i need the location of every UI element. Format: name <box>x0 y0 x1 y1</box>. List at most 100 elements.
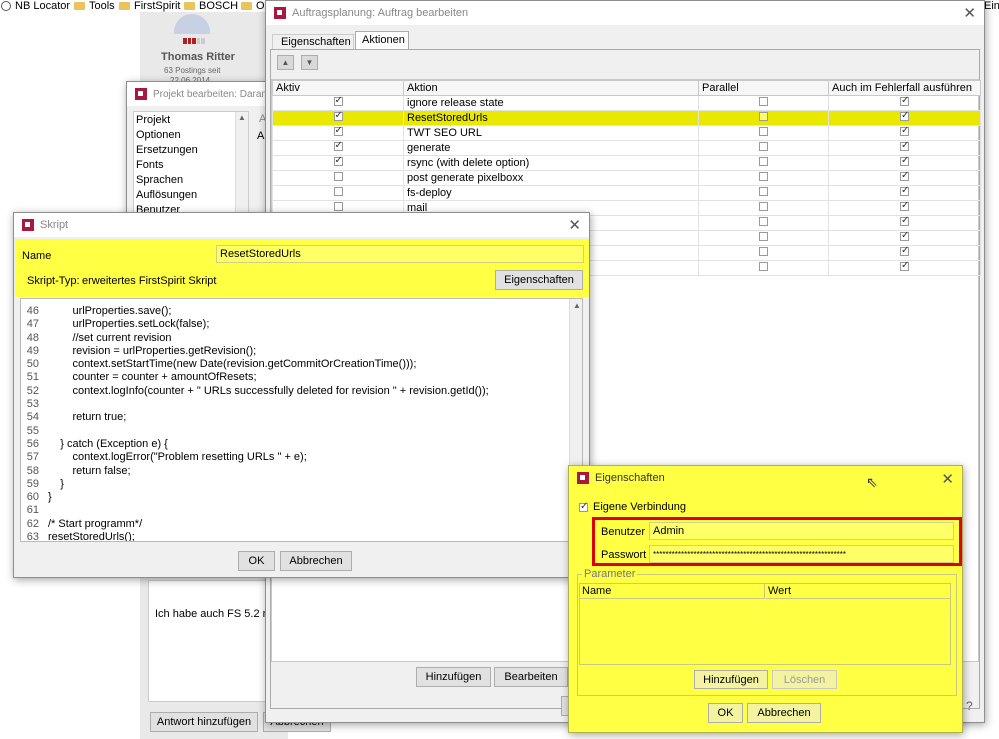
checkbox-icon[interactable] <box>900 172 909 181</box>
add-reply-button[interactable]: Antwort hinzufügen <box>150 712 258 732</box>
projekt-nav-scrollbar[interactable]: ▲ <box>235 112 248 220</box>
nav-item-sprachen[interactable]: Sprachen <box>136 174 183 186</box>
cell-parallel[interactable] <box>698 260 829 276</box>
code-line[interactable]: /* Start programm*/ <box>48 518 489 531</box>
checkbox-icon[interactable] <box>900 142 909 151</box>
cell-fehlerfall[interactable] <box>828 110 981 126</box>
code-line[interactable]: urlProperties.save(); <box>48 305 489 318</box>
forum-user-name[interactable]: Thomas Ritter <box>161 51 235 63</box>
checkbox-icon[interactable] <box>759 202 768 211</box>
checkbox-icon[interactable] <box>333 127 343 136</box>
cell-aktiv[interactable] <box>272 95 404 111</box>
bookmark-tools[interactable]: Tools <box>74 0 115 12</box>
col-fehlerfall[interactable]: Auch im Fehlerfall ausführen <box>828 80 981 96</box>
cell-fehlerfall[interactable] <box>828 245 981 261</box>
cell-fehlerfall[interactable] <box>828 260 981 276</box>
cell-fehlerfall[interactable] <box>828 185 981 201</box>
cell-parallel[interactable] <box>698 185 829 201</box>
cell-fehlerfall[interactable] <box>828 95 981 111</box>
skript-cancel-button[interactable]: Abbrechen <box>280 551 352 571</box>
eigenschaften-button[interactable]: Eigenschaften <box>495 270 583 290</box>
checkbox-icon[interactable] <box>759 157 768 166</box>
bearbeiten-button[interactable]: Bearbeiten <box>494 667 568 687</box>
checkbox-icon[interactable] <box>900 262 909 271</box>
code-line[interactable]: context.logInfo(counter + " URLs success… <box>48 385 488 398</box>
table-row[interactable]: generate <box>272 140 981 156</box>
move-up-button[interactable]: ▲ <box>277 55 294 70</box>
checkbox-icon[interactable] <box>900 157 909 166</box>
nav-item-projekt[interactable]: Projekt <box>136 114 170 126</box>
passwort-input[interactable]: ****************************************… <box>649 545 954 563</box>
hinzufuegen-button[interactable]: Hinzufügen <box>416 667 491 687</box>
nav-item-optionen[interactable]: Optionen <box>136 129 181 141</box>
name-input[interactable]: ResetStoredUrls <box>216 245 584 263</box>
cell-parallel[interactable] <box>698 140 829 156</box>
bookmark-nb-locator[interactable]: NB Locator <box>1 0 70 12</box>
checkbox-icon[interactable] <box>759 172 768 181</box>
cell-aktion[interactable]: fs-deploy <box>403 185 699 201</box>
cell-aktiv[interactable] <box>272 110 404 126</box>
col-parallel[interactable]: Parallel <box>698 80 829 96</box>
cell-aktiv[interactable] <box>272 125 404 141</box>
checkbox-icon[interactable] <box>900 247 909 256</box>
scroll-up-icon[interactable]: ▲ <box>573 301 581 310</box>
checkbox-icon[interactable] <box>900 202 909 211</box>
checkbox-icon[interactable] <box>579 501 588 512</box>
close-icon[interactable]: ✕ <box>941 470 954 488</box>
col-name[interactable]: Name <box>580 584 765 599</box>
checkbox-icon[interactable] <box>759 142 768 151</box>
checkbox-icon[interactable] <box>759 232 768 241</box>
code-line[interactable]: return false; <box>48 465 489 478</box>
help-icon[interactable]: ? <box>966 699 973 713</box>
param-add-button[interactable]: Hinzufügen <box>694 670 768 689</box>
checkbox-icon[interactable] <box>759 247 768 256</box>
move-down-button[interactable]: ▼ <box>301 55 318 70</box>
nav-item-aufloesungen[interactable]: Auflösungen <box>136 189 197 201</box>
code-line[interactable]: context.setStartTime(new Date(revision.g… <box>48 358 489 371</box>
code-line[interactable]: resetStoredUrls(); <box>48 531 489 541</box>
code-line[interactable]: revision = urlProperties.getRevision(); <box>48 345 489 358</box>
cell-parallel[interactable] <box>698 215 829 231</box>
cell-fehlerfall[interactable] <box>828 155 981 171</box>
cell-aktiv[interactable] <box>272 155 404 171</box>
checkbox-icon[interactable] <box>900 112 909 121</box>
checkbox-icon[interactable] <box>333 187 343 196</box>
tab-aktionen[interactable]: Aktionen <box>355 31 409 49</box>
checkbox-icon[interactable] <box>759 217 768 226</box>
cell-aktiv[interactable] <box>272 185 404 201</box>
checkbox-icon[interactable] <box>900 97 909 106</box>
checkbox-icon[interactable] <box>900 232 909 241</box>
code-line[interactable]: } <box>48 478 489 491</box>
cell-fehlerfall[interactable] <box>828 125 981 141</box>
code-line[interactable] <box>48 398 489 411</box>
bookmark-einf[interactable]: Einf <box>984 0 999 12</box>
checkbox-icon[interactable] <box>333 172 343 181</box>
cell-fehlerfall[interactable] <box>828 200 981 216</box>
col-aktiv[interactable]: Aktiv <box>272 80 404 96</box>
cell-aktion[interactable]: generate <box>403 140 699 156</box>
code-line[interactable]: } <box>48 491 489 504</box>
checkbox-icon[interactable] <box>759 112 768 121</box>
benutzer-input[interactable]: Admin <box>649 522 954 540</box>
checkbox-icon[interactable] <box>333 202 343 211</box>
col-aktion[interactable]: Aktion <box>403 80 699 96</box>
close-icon[interactable]: ✕ <box>568 216 581 234</box>
checkbox-icon[interactable] <box>333 97 343 106</box>
cell-fehlerfall[interactable] <box>828 170 981 186</box>
cell-aktion[interactable]: TWT SEO URL <box>403 125 699 141</box>
cell-parallel[interactable] <box>698 110 829 126</box>
cell-parallel[interactable] <box>698 200 829 216</box>
cell-parallel[interactable] <box>698 125 829 141</box>
cell-aktion[interactable]: post generate pixelboxx <box>403 170 699 186</box>
cell-fehlerfall[interactable] <box>828 230 981 246</box>
checkbox-icon[interactable] <box>333 112 343 121</box>
bookmark-firstspirit[interactable]: FirstSpirit <box>119 0 180 12</box>
nav-item-ersetzungen[interactable]: Ersetzungen <box>136 144 198 156</box>
code-line[interactable]: context.logError("Problem resetting URLs… <box>48 451 489 464</box>
code-line[interactable]: return true; <box>48 411 489 424</box>
code-line[interactable]: counter = counter + amountOfResets; <box>48 371 489 384</box>
checkbox-icon[interactable] <box>900 127 909 136</box>
skript-ok-button[interactable]: OK <box>238 551 275 571</box>
own-connection-checkbox[interactable]: Eigene Verbindung <box>579 501 686 513</box>
cell-aktion[interactable]: ignore release state <box>403 95 699 111</box>
